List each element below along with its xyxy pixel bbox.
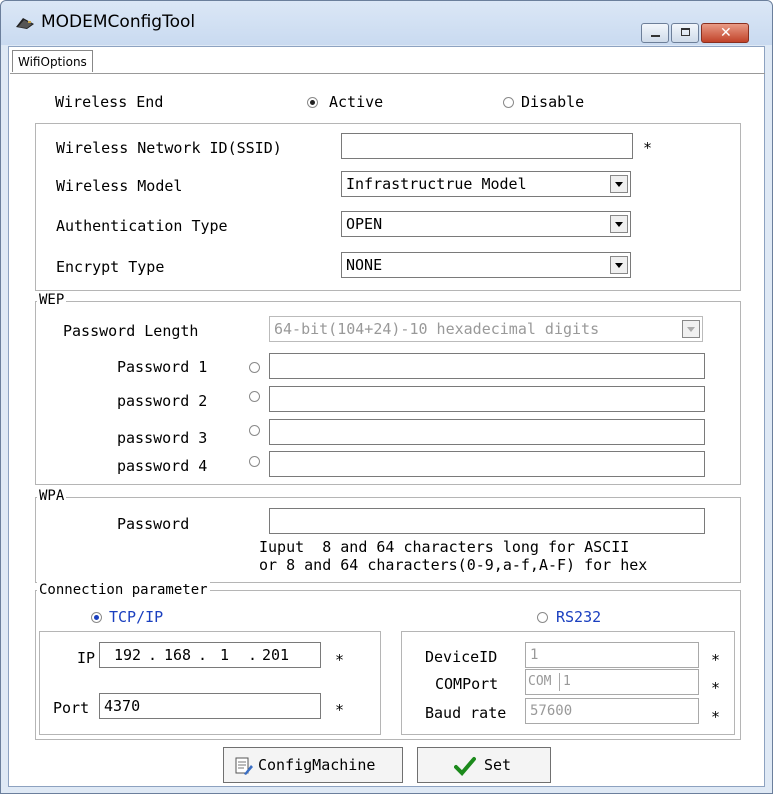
device-id-required-mark: * xyxy=(711,651,721,669)
wep-password-4-input[interactable] xyxy=(269,451,705,477)
baud-rate-label: Baud rate xyxy=(425,704,507,722)
wep-password-3-label: password 3 xyxy=(117,429,208,447)
minimize-icon xyxy=(651,35,660,37)
chevron-down-icon[interactable] xyxy=(610,256,628,274)
connection-group-title: Connection parameter xyxy=(37,582,210,598)
maximize-icon xyxy=(681,28,690,36)
config-machine-button[interactable]: ConfigMachine xyxy=(223,747,403,783)
wep-password-1-input[interactable] xyxy=(269,353,705,379)
wireless-model-select[interactable]: Infrastructrue Model xyxy=(341,171,631,197)
ssid-label: Wireless Network ID(SSID) xyxy=(56,139,282,157)
comport-label: COMPort xyxy=(435,675,499,693)
close-button[interactable]: ✕ xyxy=(701,23,749,43)
wep-group-title: WEP xyxy=(37,292,67,308)
password-length-select[interactable]: 64-bit(104+24)-10 hexadecimal digits xyxy=(269,316,703,342)
app-window: MODEMConfigTool ✕ WifiOptions Wireless E… xyxy=(0,0,773,794)
wpa-hint-line-1: Iuput 8 and 64 characters long for ASCII xyxy=(259,538,630,556)
baud-rate-input[interactable]: 57600 xyxy=(525,698,699,724)
wifi-options-panel: Wireless End Active Disable Wireless Net… xyxy=(19,79,757,784)
port-required-mark: * xyxy=(335,701,345,719)
active-radio[interactable] xyxy=(307,97,318,108)
ip-octet-4[interactable]: 201 xyxy=(262,643,289,667)
ip-octet-3[interactable]: 1 xyxy=(220,643,229,667)
close-icon: ✕ xyxy=(720,25,732,41)
title-bar[interactable]: MODEMConfigTool ✕ xyxy=(1,1,772,45)
window-title: MODEMConfigTool xyxy=(41,12,196,32)
ip-dot: . xyxy=(198,646,208,664)
tab-wifi-options[interactable]: WifiOptions xyxy=(12,50,93,72)
tcp-ip-radio-label[interactable]: TCP/IP xyxy=(109,608,163,626)
ssid-required-mark: * xyxy=(643,139,653,157)
wpa-group-title: WPA xyxy=(37,488,67,504)
comport-divider xyxy=(559,673,560,691)
device-id-label: DeviceID xyxy=(425,648,498,666)
chevron-down-icon[interactable] xyxy=(610,175,628,193)
rs232-radio-label[interactable]: RS232 xyxy=(556,608,601,626)
wireless-model-label: Wireless Model xyxy=(56,177,183,195)
encrypt-type-value: NONE xyxy=(346,256,383,274)
wep-password-1-radio[interactable] xyxy=(249,362,260,373)
auth-type-select[interactable]: OPEN xyxy=(341,211,631,237)
auth-type-label: Authentication Type xyxy=(56,217,228,235)
comport-value[interactable]: 1 xyxy=(563,670,571,694)
ip-required-mark: * xyxy=(335,651,345,669)
wpa-password-input[interactable] xyxy=(269,508,705,534)
comport-prefix: COM xyxy=(528,674,552,689)
wireless-model-value: Infrastructrue Model xyxy=(346,175,527,193)
wep-password-4-radio[interactable] xyxy=(249,456,260,467)
ip-address-input[interactable]: 192 . 168 . 1 . 201 xyxy=(99,642,321,668)
ip-dot: . xyxy=(148,646,158,664)
ssid-input[interactable] xyxy=(341,133,633,159)
wep-password-1-label: Password 1 xyxy=(117,358,208,376)
comport-input[interactable]: COM 1 xyxy=(525,669,699,695)
wep-password-4-label: password 4 xyxy=(117,457,208,475)
set-label: Set xyxy=(484,756,512,774)
wpa-password-label: Password xyxy=(117,515,190,533)
wep-password-3-radio[interactable] xyxy=(249,425,260,436)
baud-rate-required-mark: * xyxy=(711,708,721,726)
password-length-value: 64-bit(104+24)-10 hexadecimal digits xyxy=(274,320,600,338)
config-machine-label: ConfigMachine xyxy=(258,756,376,774)
ip-octet-1[interactable]: 192 xyxy=(114,643,141,667)
disable-radio-label[interactable]: Disable xyxy=(521,93,584,111)
auth-type-value: OPEN xyxy=(346,215,383,233)
ip-octet-2[interactable]: 168 xyxy=(164,643,191,667)
wpa-hint-line-2: or 8 and 64 characters(0-9,a-f,A-F) for … xyxy=(259,556,648,574)
wep-password-2-radio[interactable] xyxy=(249,391,260,402)
modem-app-icon xyxy=(16,18,34,29)
wep-password-2-input[interactable] xyxy=(269,386,705,412)
check-icon xyxy=(454,757,476,776)
set-button[interactable]: Set xyxy=(417,747,551,783)
rs232-radio[interactable] xyxy=(537,612,548,623)
ip-label: IP xyxy=(77,649,96,667)
wireless-end-label: Wireless End xyxy=(55,93,164,111)
port-label: Port xyxy=(53,699,90,717)
disable-radio[interactable] xyxy=(503,97,514,108)
tcp-ip-radio[interactable] xyxy=(91,612,102,623)
comport-required-mark: * xyxy=(711,679,721,697)
device-id-input[interactable]: 1 xyxy=(525,642,699,668)
password-length-label: Password Length xyxy=(63,322,199,340)
maximize-button[interactable] xyxy=(671,23,699,43)
chevron-down-icon[interactable] xyxy=(682,320,700,338)
wep-password-3-input[interactable] xyxy=(269,419,705,445)
ip-dot: . xyxy=(248,646,258,664)
tab-divider xyxy=(10,73,765,74)
encrypt-type-label: Encrypt Type xyxy=(56,258,165,276)
config-machine-icon xyxy=(235,757,253,775)
encrypt-type-select[interactable]: NONE xyxy=(341,252,631,278)
active-radio-label[interactable]: Active xyxy=(329,93,383,111)
port-input[interactable]: 4370 xyxy=(99,693,321,719)
wep-password-2-label: password 2 xyxy=(117,392,208,410)
minimize-button[interactable] xyxy=(641,23,669,43)
chevron-down-icon[interactable] xyxy=(610,215,628,233)
